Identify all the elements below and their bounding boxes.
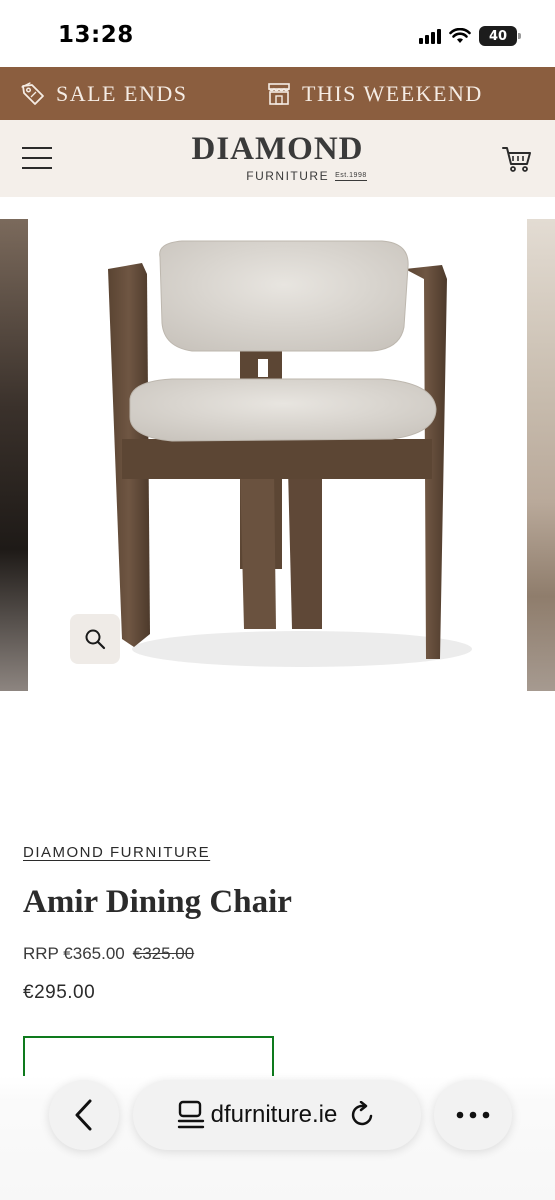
chevron-left-icon bbox=[75, 1099, 92, 1131]
promo-this-weekend: THIS WEEKEND bbox=[266, 81, 483, 107]
url-text: dfurniture.ie bbox=[210, 1101, 338, 1128]
reload-icon[interactable] bbox=[349, 1101, 377, 1129]
gallery-next-image[interactable] bbox=[527, 219, 555, 691]
price-row: RRP €365.00 €325.00 bbox=[23, 944, 194, 964]
promo-left-text: SALE ENDS bbox=[56, 80, 188, 106]
gallery-prev-image[interactable] bbox=[0, 219, 28, 691]
product-title: Amir Dining Chair bbox=[23, 884, 292, 920]
logo-est: Est.1998 bbox=[335, 171, 367, 181]
promo-banner[interactable]: SALE ENDS THIS WEEKEND bbox=[0, 67, 555, 120]
rrp-price: RRP €365.00 bbox=[23, 944, 125, 963]
status-bar: 13:28 40 bbox=[0, 0, 555, 66]
promo-sale-ends: SALE ENDS bbox=[20, 81, 187, 107]
promo-right-text: THIS WEEKEND bbox=[302, 80, 483, 106]
zoom-button[interactable] bbox=[70, 614, 120, 664]
page-menu-icon[interactable] bbox=[177, 1100, 205, 1130]
store-icon bbox=[268, 82, 290, 105]
price-tag-icon bbox=[21, 81, 44, 105]
logo-subtitle-row: FURNITURE Est.1998 bbox=[246, 169, 367, 183]
logo-subtitle: FURNITURE bbox=[246, 169, 330, 183]
site-header: DIAMOND FURNITURE Est.1998 bbox=[0, 120, 555, 197]
more-icon bbox=[456, 1111, 490, 1119]
battery-icon: 40 bbox=[479, 26, 521, 46]
search-icon bbox=[85, 629, 106, 650]
wifi-icon bbox=[449, 28, 471, 43]
more-button[interactable] bbox=[434, 1080, 512, 1150]
status-icons: 40 bbox=[419, 26, 521, 46]
add-to-cart-button[interactable] bbox=[23, 1036, 274, 1076]
sale-price: €295.00 bbox=[23, 982, 96, 1003]
cart-icon[interactable] bbox=[501, 144, 533, 174]
back-button[interactable] bbox=[49, 1080, 119, 1150]
logo[interactable]: DIAMOND FURNITURE Est.1998 bbox=[0, 131, 555, 185]
logo-title: DIAMOND bbox=[191, 131, 364, 167]
browser-toolbar: dfurniture.ie bbox=[0, 1076, 555, 1200]
address-bar[interactable]: dfurniture.ie bbox=[133, 1080, 421, 1150]
vendor-link[interactable]: DIAMOND FURNITURE bbox=[23, 844, 210, 861]
status-time: 13:28 bbox=[58, 22, 134, 48]
cellular-signal-icon bbox=[419, 28, 441, 44]
compare-price: €325.00 bbox=[132, 944, 195, 963]
